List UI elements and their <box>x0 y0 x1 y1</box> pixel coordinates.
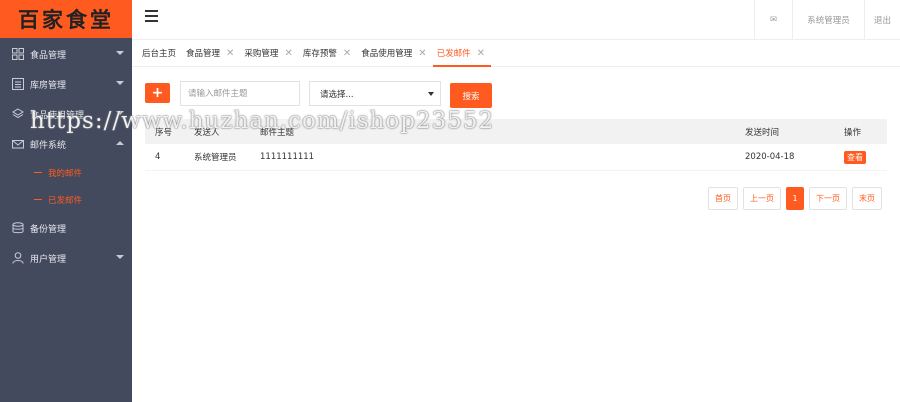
filter-select-value: 请选择... <box>320 89 354 100</box>
top-right-menu: ✉ 系统管理员 退出 <box>754 0 900 40</box>
mail-icon[interactable]: ✉ <box>754 0 792 40</box>
column-header: 操作 <box>844 127 862 138</box>
tab-label: 已发邮件 <box>436 49 471 59</box>
sidebar-item-label: 用户管理 <box>30 254 67 265</box>
prev-page-button[interactable]: 上一页 <box>743 187 781 210</box>
column-header: 发送人 <box>194 127 220 138</box>
sidebar-item-users[interactable]: 用户管理 <box>0 243 132 273</box>
row-subject: 1111111111 <box>260 152 315 162</box>
tab-home[interactable]: 后台主页 <box>138 40 182 66</box>
next-page-button[interactable]: 下一页 <box>809 187 847 210</box>
menu-toggle-icon[interactable] <box>145 10 158 24</box>
tab-food[interactable]: 食品管理 ✕ <box>182 40 240 66</box>
database-icon <box>12 222 24 234</box>
first-page-button[interactable]: 首页 <box>708 187 738 210</box>
sidebar-item-label: 备份管理 <box>30 224 67 235</box>
chevron-down-icon <box>428 92 434 96</box>
logo-text: 百家食堂 <box>18 7 114 32</box>
add-button[interactable]: + <box>145 83 170 103</box>
pagination: 首页 上一页 1 下一页 末页 <box>703 187 882 210</box>
sidebar-subitem-label: 已发邮件 <box>48 195 83 206</box>
sidebar-item-food[interactable]: 食品管理 <box>0 39 132 69</box>
close-icon[interactable]: ✕ <box>284 48 292 59</box>
sidebar-subitem-my-mail[interactable]: 我的邮件 <box>0 159 132 186</box>
search-button[interactable]: 搜索 <box>450 83 492 108</box>
column-header: 序号 <box>155 127 173 138</box>
tab-label: 库存预警 <box>302 49 337 59</box>
chevron-down-icon <box>116 81 124 85</box>
row-date: 2020-04-18 <box>745 152 795 162</box>
current-user[interactable]: 系统管理员 <box>792 0 864 40</box>
sidebar-item-food-usage[interactable]: 食品使用管理 <box>0 99 132 129</box>
sidebar-subitem-sent-mail[interactable]: 已发邮件 <box>0 186 132 213</box>
dash-icon <box>34 199 42 200</box>
tab-label: 采购管理 <box>244 49 279 59</box>
sidebar: 百家食堂 食品管理 库房管理 食品使用管理 邮件系统 我的邮件 已发邮件 备份管… <box>0 0 132 402</box>
tab-stock-warning[interactable]: 库存预警 ✕ <box>299 40 357 66</box>
user-icon <box>12 252 24 264</box>
sent-mail-table: 序号 发送人 邮件主题 发送时间 操作 4 系统管理员 1111111111 2… <box>145 119 887 171</box>
search-toolbar: + 请选择... 搜索 <box>145 81 505 108</box>
view-button[interactable]: 查看 <box>844 151 866 164</box>
column-header: 邮件主题 <box>260 127 295 138</box>
list-icon <box>12 78 24 90</box>
subject-search-input[interactable] <box>180 81 300 106</box>
top-bar: ✉ 系统管理员 退出 <box>132 0 900 40</box>
close-icon[interactable]: ✕ <box>226 48 234 59</box>
tab-sent-mail[interactable]: 已发邮件 ✕ <box>432 40 492 67</box>
close-icon[interactable]: ✕ <box>343 48 351 59</box>
chevron-down-icon <box>116 51 124 55</box>
tab-purchase[interactable]: 采购管理 ✕ <box>240 40 298 66</box>
sidebar-item-warehouse[interactable]: 库房管理 <box>0 69 132 99</box>
sidebar-item-label: 食品管理 <box>30 50 67 61</box>
grid-icon <box>12 48 24 60</box>
sidebar-item-mail[interactable]: 邮件系统 <box>0 129 132 159</box>
tab-food-usage[interactable]: 食品使用管理 ✕ <box>357 40 432 66</box>
table-header: 序号 发送人 邮件主题 发送时间 操作 <box>145 119 887 144</box>
row-id: 4 <box>155 152 161 162</box>
dash-icon <box>34 172 42 173</box>
chevron-down-icon <box>116 255 124 259</box>
sidebar-item-label: 库房管理 <box>30 80 67 91</box>
tab-label: 食品管理 <box>186 49 221 59</box>
sidebar-subitem-label: 我的邮件 <box>48 168 83 179</box>
row-sender: 系统管理员 <box>194 153 237 163</box>
chevron-down-icon <box>116 111 124 115</box>
logo[interactable]: 百家食堂 <box>0 0 132 38</box>
column-header: 发送时间 <box>745 127 780 138</box>
close-icon[interactable]: ✕ <box>477 48 485 59</box>
sidebar-item-label: 食品使用管理 <box>30 110 85 121</box>
sidebar-item-label: 邮件系统 <box>30 140 67 151</box>
tab-label: 后台主页 <box>142 49 177 59</box>
filter-select[interactable]: 请选择... <box>309 81 441 106</box>
last-page-button[interactable]: 末页 <box>852 187 882 210</box>
tab-label: 食品使用管理 <box>361 49 413 59</box>
sidebar-item-backup[interactable]: 备份管理 <box>0 213 132 243</box>
tab-bar: 后台主页 食品管理 ✕ 采购管理 ✕ 库存预警 ✕ 食品使用管理 ✕ 已发邮件 … <box>132 40 900 67</box>
layers-icon <box>12 108 24 120</box>
mail-icon <box>12 138 24 150</box>
current-page-button[interactable]: 1 <box>786 187 804 210</box>
logout-link[interactable]: 退出 <box>864 0 900 40</box>
app-layout: 百家食堂 食品管理 库房管理 食品使用管理 邮件系统 我的邮件 已发邮件 备份管… <box>0 0 900 402</box>
table-row: 4 系统管理员 1111111111 2020-04-18 查看 <box>145 144 887 171</box>
close-icon[interactable]: ✕ <box>418 48 426 59</box>
chevron-up-icon <box>116 141 124 145</box>
